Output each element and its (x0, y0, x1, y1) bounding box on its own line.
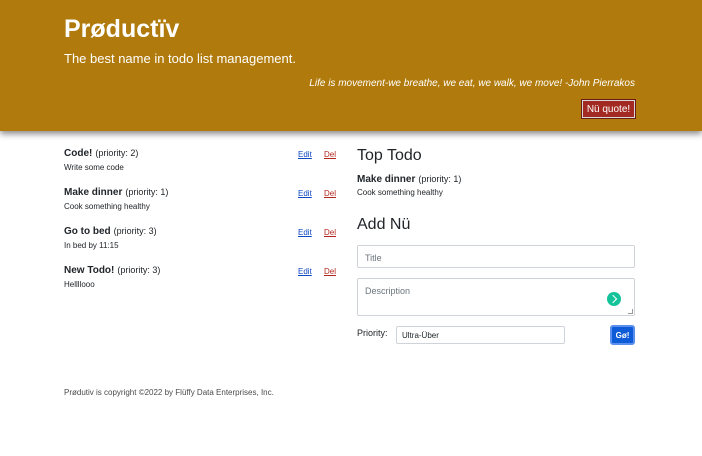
tagline: The best name in todo list management. (64, 51, 296, 66)
quote-text: Life is movement-we breathe, we eat, we … (309, 78, 635, 89)
todo-edit-link[interactable]: Edit (298, 150, 312, 159)
todo-title: Go to bed (64, 226, 111, 237)
todo-priority: (priority: 3) (113, 226, 157, 236)
todo-list-item: Make dinner (priority: 1) Cook something … (64, 187, 339, 217)
description-textarea[interactable]: Description (357, 278, 635, 316)
todo-delete-link[interactable]: Del (324, 228, 336, 237)
todo-list-item: Code! (priority: 2) Write some code Edit … (64, 148, 339, 178)
top-todo-heading: Top Todo (357, 147, 422, 164)
todo-description: Cook something healthy (64, 202, 150, 211)
footer-copyright: Prødutiv is copyright ©2022 by Flüffy Da… (64, 388, 274, 397)
todo-description: In bed by 11:15 (64, 241, 119, 250)
todo-edit-link[interactable]: Edit (298, 267, 312, 276)
todo-description: Write some code (64, 163, 124, 172)
todo-priority: (priority: 1) (125, 187, 169, 197)
todo-title: Code! (64, 148, 93, 159)
todo-title: Make dinner (64, 187, 123, 198)
top-todo-title: Make dinner (357, 174, 416, 185)
todo-delete-link[interactable]: Del (324, 189, 336, 198)
page-header: Prøductïv The best name in todo list man… (0, 0, 702, 131)
todo-delete-link[interactable]: Del (324, 267, 336, 276)
todo-list-item: Go to bed (priority: 3) In bed by 11:15 E… (64, 226, 339, 256)
todo-edit-link[interactable]: Edit (298, 228, 312, 237)
todo-title: New Todo! (64, 265, 115, 276)
top-todo-description: Cook something healthy (357, 188, 443, 197)
grammar-assistant-icon[interactable] (607, 292, 621, 306)
resize-handle-icon[interactable] (628, 309, 633, 314)
todo-priority: (priority: 3) (117, 265, 161, 275)
todo-edit-link[interactable]: Edit (298, 189, 312, 198)
todo-list-item: New Todo! (priority: 3) Hellllooo Edit De… (64, 265, 339, 295)
priority-input[interactable]: Ultra-Über (396, 326, 565, 344)
todo-description: Hellllooo (64, 280, 95, 289)
title-input[interactable]: Title (357, 245, 635, 268)
priority-label: Priority: (357, 328, 388, 338)
brand-title: Prøductïv (64, 15, 180, 43)
new-quote-button[interactable]: Nü quote! (581, 99, 636, 119)
top-todo-priority: (priority: 1) (418, 174, 462, 184)
todo-priority: (priority: 2) (95, 148, 139, 158)
add-todo-heading: Add Nü (357, 216, 411, 233)
todo-delete-link[interactable]: Del (324, 150, 336, 159)
submit-button[interactable]: Gø! (610, 325, 635, 345)
